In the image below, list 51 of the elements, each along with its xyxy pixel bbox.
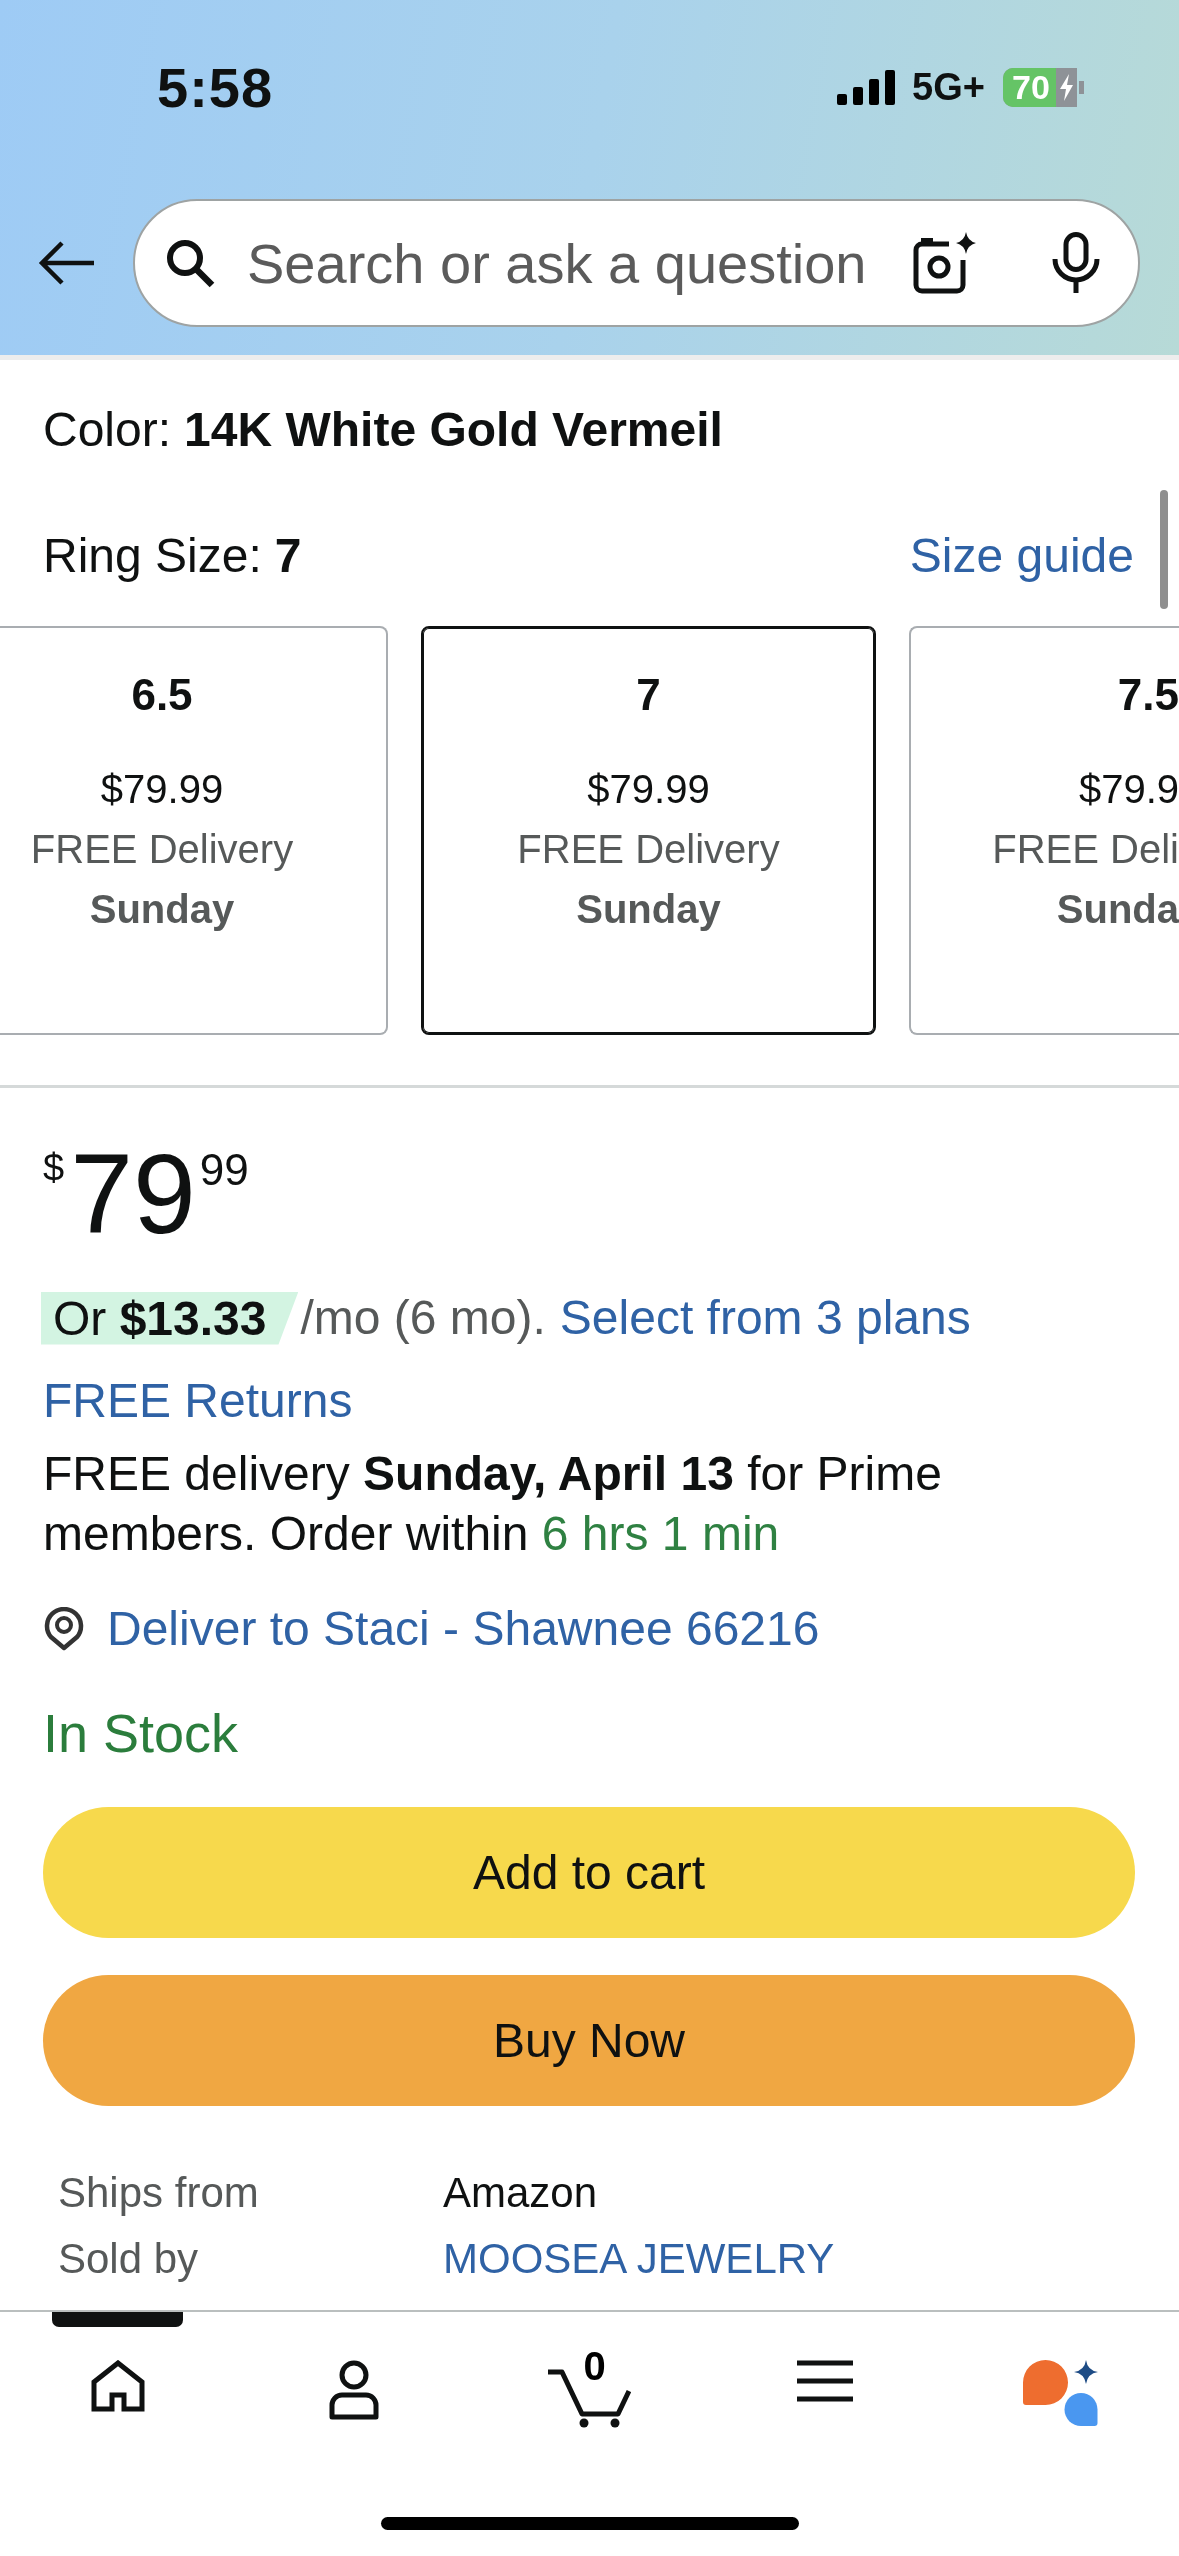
- detail-value: Amazon: [443, 2168, 599, 2218]
- deliver-to-link[interactable]: Deliver to Staci - Shawnee 66216: [107, 1600, 820, 1658]
- size-price: $79.9: [1078, 766, 1179, 813]
- detail-label: Ships from: [58, 2168, 260, 2218]
- size-option-card[interactable]: 7.5 $79.9 FREE Deli Sunda: [909, 626, 1179, 1035]
- price-currency: $: [43, 1149, 65, 1187]
- color-label: Color:: [43, 402, 172, 458]
- buy-now-button[interactable]: Buy Now: [43, 1975, 1135, 2106]
- menu-icon: [797, 2360, 854, 2402]
- delivery-message: FREE delivery Sunday, April 13 for Prime members. Order within 6 hrs 1 min: [42, 1446, 943, 1562]
- free-returns-link[interactable]: FREE Returns: [43, 1374, 353, 1427]
- size-guide-link[interactable]: Size guide: [909, 527, 1134, 585]
- plans-link[interactable]: Select from 3 plans: [559, 1289, 971, 1347]
- stock-status: In Stock: [42, 1702, 240, 1764]
- microphone-icon[interactable]: [1051, 232, 1101, 294]
- price-fraction: 99: [199, 1148, 249, 1192]
- search-field[interactable]: Search or ask a question: [133, 199, 1140, 327]
- detail-label: Sold by: [58, 2234, 200, 2284]
- cart-count: 0: [583, 2346, 606, 2386]
- ring-size-value: 7: [274, 528, 302, 584]
- delivery-label: FREE Delivery: [517, 826, 780, 873]
- back-arrow-icon[interactable]: [37, 241, 95, 285]
- camera-icon[interactable]: [913, 232, 977, 294]
- battery-percentage: 70: [1003, 67, 1056, 107]
- home-icon: [90, 2360, 145, 2412]
- size-price: $79.99: [587, 766, 710, 813]
- size-value: 6.5: [131, 669, 193, 721]
- search-icon: [165, 238, 215, 288]
- delivery-day: Sunday: [89, 879, 235, 939]
- installment-offer: Or $13.33: [41, 1291, 299, 1345]
- ring-size-label: Ring Size:: [43, 528, 262, 584]
- installment-terms: /mo (6 mo).: [300, 1290, 546, 1346]
- cart-tab[interactable]: 0: [471, 2312, 708, 2442]
- color-value: 14K White Gold Vermeil: [184, 402, 723, 458]
- delivery-day: Sunday: [576, 879, 721, 939]
- size-price: $79.99: [100, 766, 224, 813]
- add-to-cart-button[interactable]: Add to cart: [43, 1807, 1135, 1938]
- delivery-label: FREE Deli: [992, 826, 1179, 873]
- network-type: 5G+: [912, 65, 985, 109]
- seller-link[interactable]: MOOSEA JEWELRY: [443, 2226, 835, 2292]
- size-value: 7: [636, 669, 661, 721]
- status-time: 5:58: [157, 54, 274, 120]
- size-option-card[interactable]: 7 $79.99 FREE Delivery Sunday: [421, 626, 876, 1035]
- price-whole: 79: [70, 1138, 196, 1251]
- delivery-day: Sunda: [1056, 879, 1179, 939]
- delivery-label: FREE Delivery: [30, 826, 294, 873]
- size-value: 7.5: [1117, 669, 1179, 721]
- chat-bubbles-icon: [1023, 2360, 1100, 2426]
- size-option-card[interactable]: 6.5 $79.99 FREE Delivery Sunday: [0, 626, 388, 1035]
- location-pin-icon: [43, 1607, 85, 1651]
- signal-icon: [837, 69, 897, 105]
